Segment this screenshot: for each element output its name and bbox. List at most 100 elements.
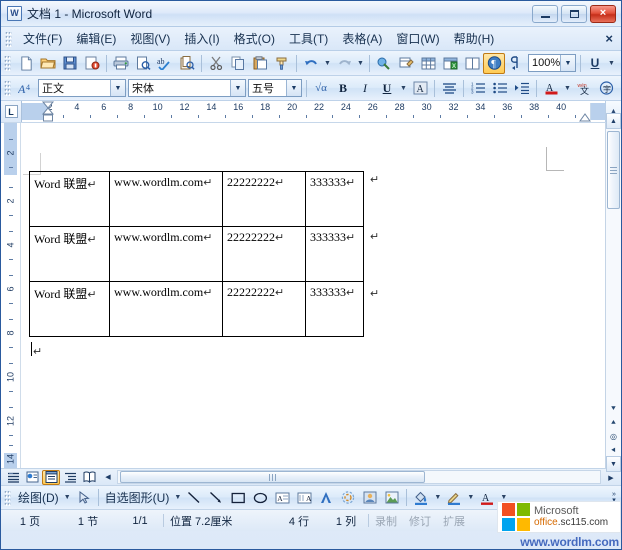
- insert-table-icon[interactable]: [417, 53, 439, 74]
- menu-grip-handle[interactable]: [5, 30, 12, 47]
- italic-button[interactable]: I: [354, 78, 376, 99]
- enclose-character-icon[interactable]: 宇: [595, 78, 617, 99]
- menu-help[interactable]: 帮助(H): [447, 27, 502, 50]
- help-underline-button[interactable]: U: [584, 53, 606, 74]
- numbered-list-icon[interactable]: 123: [467, 78, 489, 99]
- select-browse-object-button[interactable]: ◎: [607, 429, 620, 444]
- zoom-dropdown-arrow-icon[interactable]: ▼: [560, 55, 575, 71]
- style-combo[interactable]: 正文 ▼: [38, 79, 126, 97]
- character-shading-icon[interactable]: A: [409, 78, 431, 99]
- document-page[interactable]: Word 联盟↵ www.wordlm.com↵ 22222222↵ 333333↵ W…: [21, 123, 605, 468]
- line-color-arrow-icon[interactable]: ▼: [465, 487, 476, 508]
- right-indent-marker-icon[interactable]: [579, 112, 591, 122]
- vertical-scrollbar[interactable]: ▲ ⯆ ⯅ ◎ ⯇ ▼: [605, 113, 621, 472]
- vertical-scroll-thumb[interactable]: [607, 131, 620, 209]
- menu-view[interactable]: 视图(V): [123, 27, 177, 50]
- tables-borders-icon[interactable]: [395, 53, 417, 74]
- line-color-icon[interactable]: [443, 487, 465, 508]
- save-icon[interactable]: [59, 53, 81, 74]
- horizontal-scroll-thumb[interactable]: [120, 471, 425, 483]
- redo-icon[interactable]: [333, 53, 355, 74]
- columns-icon[interactable]: [461, 53, 483, 74]
- close-document-button[interactable]: ×: [605, 31, 613, 46]
- insert-picture-icon[interactable]: [381, 487, 403, 508]
- table-cell[interactable]: 22222222↵: [222, 281, 306, 337]
- select-objects-arrow-icon[interactable]: [73, 487, 95, 508]
- outline-view-button[interactable]: [61, 470, 79, 485]
- fill-color-arrow-icon[interactable]: ▼: [432, 487, 443, 508]
- paragraph-mark-toggle-icon[interactable]: [505, 53, 527, 74]
- undo-dropdown-arrow-icon[interactable]: ▼: [322, 53, 333, 74]
- menu-table[interactable]: 表格(A): [335, 27, 389, 50]
- horizontal-ruler[interactable]: 2 4 6 8 10 12 14 16 18 20 22 24 26 28 30 32 34 36 38 40: [21, 101, 605, 122]
- autoshapes-menu-arrow-icon[interactable]: ▼: [172, 487, 183, 508]
- font-color-icon[interactable]: A: [540, 78, 562, 99]
- status-record-mode[interactable]: 录制: [369, 513, 403, 529]
- insert-clip-art-icon[interactable]: [359, 487, 381, 508]
- insert-hyperlink-icon[interactable]: [373, 53, 395, 74]
- cut-scissors-icon[interactable]: [205, 53, 227, 74]
- underline-button[interactable]: U: [376, 78, 398, 99]
- previous-page-button[interactable]: ⯅: [607, 415, 620, 430]
- phonetic-guide-icon[interactable]: wén 文: [573, 78, 595, 99]
- drawing-toolbar-overflow-button[interactable]: » ▾: [607, 487, 621, 508]
- close-button[interactable]: ×: [590, 4, 616, 23]
- menu-window[interactable]: 窗口(W): [389, 27, 446, 50]
- vertical-ruler[interactable]: 2 2 4 6 8 10 12 14: [1, 123, 21, 474]
- paste-icon[interactable]: [249, 53, 271, 74]
- web-layout-view-button[interactable]: [23, 470, 41, 485]
- redo-dropdown-arrow-icon[interactable]: ▼: [355, 53, 366, 74]
- draw-menu-arrow-icon[interactable]: ▼: [62, 487, 73, 508]
- autoshapes-menu-button[interactable]: 自选图形(U): [102, 489, 173, 506]
- indent-markers-icon[interactable]: [42, 101, 55, 122]
- table-row[interactable]: Word 联盟↵ www.wordlm.com↵ 22222222↵ 333333↵: [29, 171, 364, 227]
- print-preview-icon[interactable]: [132, 53, 154, 74]
- vertical-text-box-icon[interactable]: A: [293, 487, 315, 508]
- horizontal-scroll-right-button[interactable]: ▶: [603, 470, 619, 485]
- standard-toolbar-overflow-button[interactable]: »▾: [617, 53, 621, 74]
- table-cell[interactable]: 22222222↵: [222, 226, 306, 282]
- scroll-up-button[interactable]: ▲: [606, 113, 621, 129]
- draw-menu-button[interactable]: 绘图(D): [15, 489, 62, 506]
- style-dropdown-arrow-icon[interactable]: ▼: [110, 80, 125, 96]
- toolbar-options-arrow-icon[interactable]: ▼: [606, 53, 617, 74]
- permission-icon[interactable]: [81, 53, 103, 74]
- font-combo[interactable]: 宋体 ▼: [128, 79, 246, 97]
- table-row[interactable]: Word 联盟↵ www.wordlm.com↵ 22222222↵ 333333↵: [29, 281, 364, 337]
- undo-icon[interactable]: [300, 53, 322, 74]
- print-layout-view-button[interactable]: [42, 469, 60, 485]
- reading-layout-view-button[interactable]: [80, 470, 98, 485]
- bulleted-list-icon[interactable]: [489, 78, 511, 99]
- copy-icon[interactable]: [227, 53, 249, 74]
- increase-indent-icon[interactable]: [511, 78, 533, 99]
- font-size-dropdown-arrow-icon[interactable]: ▼: [286, 80, 301, 96]
- font-color-dropdown-arrow-icon[interactable]: ▼: [562, 78, 573, 99]
- menu-file[interactable]: 文件(F): [16, 27, 69, 50]
- table-cell[interactable]: www.wordlm.com↵: [109, 171, 223, 227]
- oval-icon[interactable]: [249, 487, 271, 508]
- insert-wordart-icon[interactable]: [315, 487, 337, 508]
- rectangle-icon[interactable]: [227, 487, 249, 508]
- menu-tools[interactable]: 工具(T): [282, 27, 335, 50]
- document-table[interactable]: Word 联盟↵ www.wordlm.com↵ 22222222↵ 333333↵ W…: [29, 171, 364, 337]
- drawing-toolbar-grip[interactable]: [4, 489, 11, 506]
- scroll-down-button[interactable]: ▼: [606, 456, 621, 472]
- table-row[interactable]: Word 联盟↵ www.wordlm.com↵ 22222222↵ 333333↵: [29, 226, 364, 282]
- menu-format[interactable]: 格式(O): [227, 27, 282, 50]
- new-document-icon[interactable]: [15, 53, 37, 74]
- fill-color-icon[interactable]: [410, 487, 432, 508]
- horizontal-scroll-left-button[interactable]: ◀: [99, 470, 117, 485]
- table-cell[interactable]: Word 联盟↵: [29, 281, 110, 337]
- zoom-combo[interactable]: 100% ▼: [528, 54, 576, 72]
- show-formatting-marks-icon[interactable]: ¶: [483, 52, 505, 74]
- normal-view-button[interactable]: [4, 470, 22, 485]
- arrow-icon[interactable]: [205, 487, 227, 508]
- insert-diagram-icon[interactable]: [337, 487, 359, 508]
- bold-button[interactable]: B: [332, 78, 354, 99]
- document-area[interactable]: Word 联盟↵ www.wordlm.com↵ 22222222↵ 333333↵ W…: [21, 123, 605, 468]
- table-cell[interactable]: Word 联盟↵: [29, 226, 110, 282]
- align-center-icon[interactable]: [438, 78, 460, 99]
- minimize-button[interactable]: [532, 4, 558, 23]
- standard-toolbar-grip[interactable]: [4, 55, 11, 71]
- status-extend-mode[interactable]: 扩展: [437, 513, 471, 529]
